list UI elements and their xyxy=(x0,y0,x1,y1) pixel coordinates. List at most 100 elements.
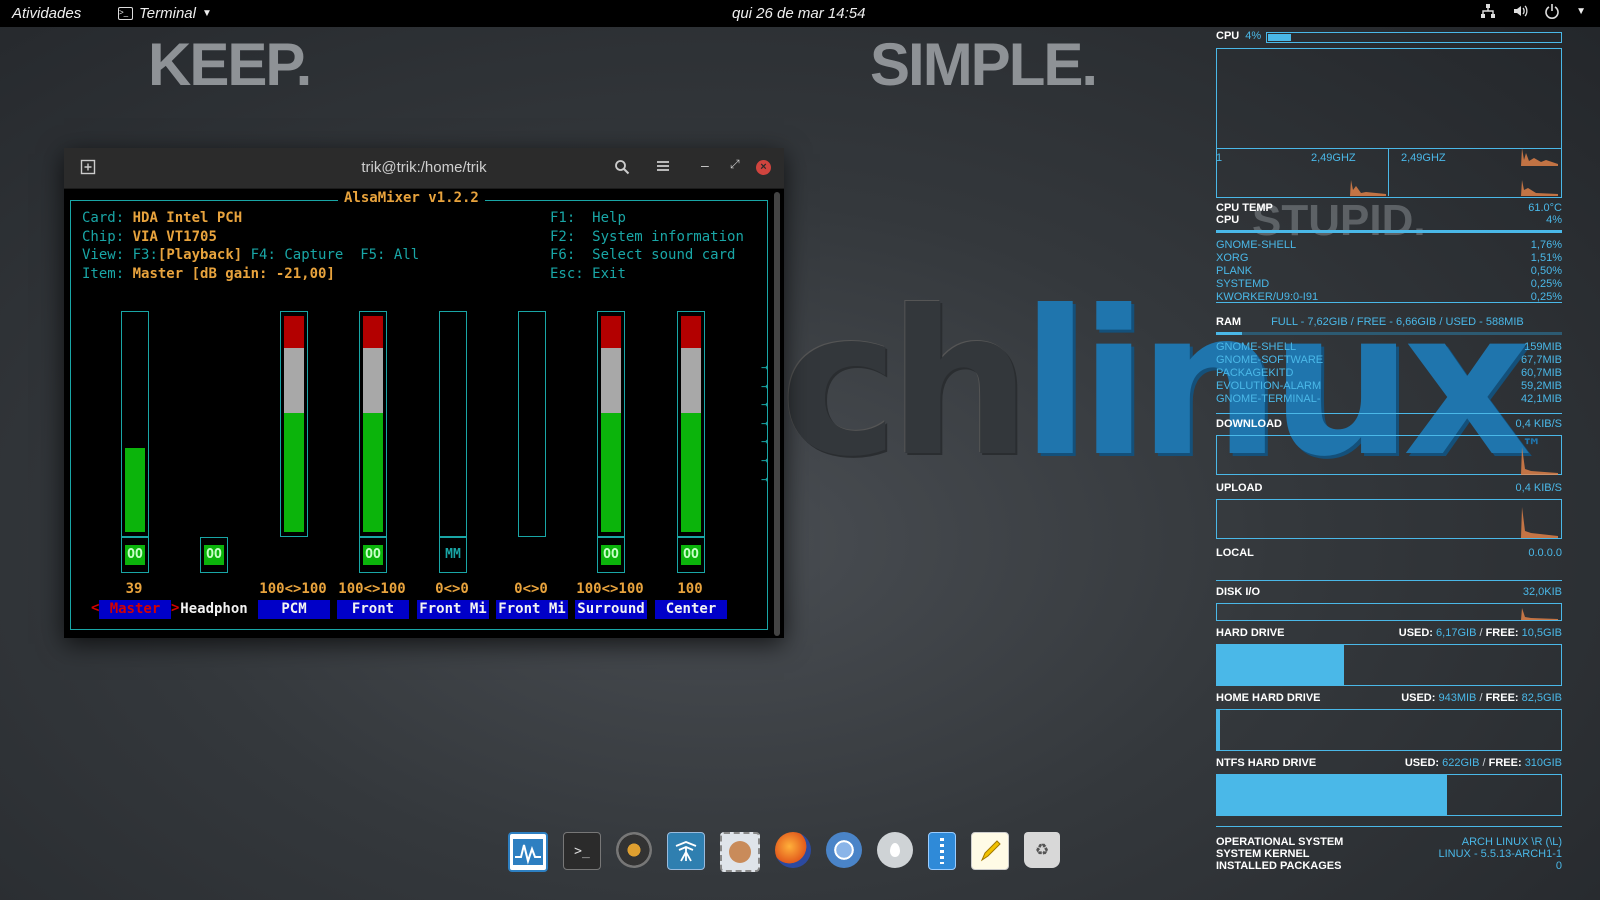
mute-switch[interactable]: OO xyxy=(597,537,625,573)
process-value: 159MIB xyxy=(1524,341,1562,353)
mute-switch[interactable]: MM xyxy=(439,537,467,573)
mute-switch-label: OO xyxy=(125,545,145,565)
archive-icon[interactable] xyxy=(928,832,956,870)
cpu-percent: 4% xyxy=(1245,30,1262,42)
ram-label: RAM xyxy=(1216,316,1242,328)
scroll-right-icon: → xyxy=(761,360,769,374)
divider xyxy=(1216,413,1562,414)
process-name: XORG xyxy=(1216,252,1249,264)
selection-left-marker: < xyxy=(91,600,100,616)
disk-io-label: DISK I/O xyxy=(1216,586,1261,598)
volume-level xyxy=(284,413,304,532)
cpu-label: CPU xyxy=(1216,30,1240,42)
mute-switch[interactable]: OO xyxy=(200,537,228,573)
mute-switch-label: OO xyxy=(601,545,621,565)
process-name: EVOLUTION-ALARM xyxy=(1216,380,1322,392)
process-row: GNOME-SHELL 1,76% xyxy=(1216,239,1562,251)
cpu-bar xyxy=(1266,32,1562,43)
os-label: OPERATIONAL SYSTEM xyxy=(1216,836,1344,848)
process-row: GNOME-SHELL 159MIB xyxy=(1216,341,1562,353)
channel-name[interactable]: Center xyxy=(655,600,727,619)
packages-label: INSTALLED PACKAGES xyxy=(1216,860,1342,872)
mute-switch[interactable]: OO xyxy=(359,537,387,573)
terminal-icon[interactable]: >_ xyxy=(563,832,601,870)
volume-bar[interactable] xyxy=(518,311,546,537)
process-value: 59,2MIB xyxy=(1521,380,1562,392)
volume-level xyxy=(681,348,701,414)
app-menu[interactable]: >_ Terminal ▼ xyxy=(118,5,212,22)
volume-level xyxy=(363,348,383,414)
firefox-icon[interactable] xyxy=(775,832,811,868)
channel-name[interactable]: Front Mi xyxy=(496,600,568,619)
process-value: 0,25% xyxy=(1530,278,1562,290)
scroll-right-icon: → xyxy=(761,415,769,430)
process-row: GNOME-SOFTWARE 67,7MIB xyxy=(1216,354,1562,366)
mute-switch[interactable]: OO xyxy=(121,537,149,573)
volume-level xyxy=(125,447,145,532)
volume-bar[interactable] xyxy=(121,311,149,537)
alsamixer[interactable]: AlsaMixer v1.2.2 Card: HDA Intel PCH Chi… xyxy=(64,148,784,638)
process-value: 1,51% xyxy=(1530,252,1562,264)
channel-value: 39 xyxy=(125,581,143,597)
ntfs-hdd-usage: USED: 622GIB / FREE: 310GIB xyxy=(1404,757,1562,769)
network-tool-icon[interactable] xyxy=(667,832,705,870)
clock[interactable]: qui 26 de mar 14:54 xyxy=(732,5,865,22)
channel-name[interactable]: Headphon xyxy=(178,600,250,619)
volume-bar[interactable] xyxy=(359,311,387,537)
terminal-app-icon: >_ xyxy=(118,7,133,20)
scroll-right-icon: → xyxy=(761,434,769,449)
scroll-right-icon: → xyxy=(761,378,769,393)
drop-icon[interactable] xyxy=(877,832,913,868)
system-tray[interactable]: ▼ xyxy=(1480,3,1586,19)
alsamixer-info: Card: HDA Intel PCH Chip: VIA VT1705 Vie… xyxy=(82,210,420,282)
scroll-right-icon: → xyxy=(761,471,769,486)
system-monitor-icon[interactable] xyxy=(508,832,548,872)
channel-name[interactable]: Master xyxy=(99,600,171,619)
app-menu-label: Terminal xyxy=(139,5,196,22)
dock: >_ ♻ xyxy=(508,832,1060,872)
process-name: GNOME-TERMINAL- xyxy=(1216,393,1321,405)
volume-bar[interactable] xyxy=(677,311,705,537)
channel-name[interactable]: Surround xyxy=(575,600,647,619)
text-editor-icon[interactable] xyxy=(971,832,1009,870)
cpu2-percent: 4% xyxy=(1546,214,1562,226)
volume-bar[interactable] xyxy=(597,311,625,537)
channel-value: 100 xyxy=(677,581,703,597)
volume-bar[interactable] xyxy=(280,311,308,537)
volume-level xyxy=(284,316,304,349)
process-name: PACKAGEKITD xyxy=(1216,367,1294,379)
scrollbar[interactable] xyxy=(774,192,780,636)
audio-player-icon[interactable] xyxy=(616,832,652,868)
cpu-temp-label: CPU TEMP xyxy=(1216,202,1273,214)
process-name: GNOME-SHELL xyxy=(1216,341,1297,353)
divider xyxy=(1216,826,1562,827)
channel-value: 0<>0 xyxy=(514,581,548,597)
alsamixer-title: AlsaMixer v1.2.2 xyxy=(338,190,485,206)
chromium-icon[interactable] xyxy=(826,832,862,868)
activities-button[interactable]: Atividades xyxy=(12,5,81,22)
home-hdd-bar xyxy=(1216,709,1562,751)
volume-bar[interactable] xyxy=(439,311,467,537)
channel-name[interactable]: Front Mi xyxy=(417,600,489,619)
mute-switch-label: MM xyxy=(445,547,461,562)
ntfs-hdd-bar xyxy=(1216,774,1562,816)
os-value: ARCH LINUX \R (\L) xyxy=(1461,836,1562,848)
process-value: 0,50% xyxy=(1530,265,1562,277)
home-hdd-usage: USED: 943MIB / FREE: 82,5GIB xyxy=(1401,692,1562,704)
trash-icon[interactable]: ♻ xyxy=(1024,832,1060,868)
mail-stamp-icon[interactable] xyxy=(720,832,760,872)
alsamixer-keys: F1: Help F2: System information F6: Sele… xyxy=(550,210,744,282)
wallpaper-keep: KEEP. xyxy=(148,31,312,98)
process-row: SYSTEMD 0,25% xyxy=(1216,278,1562,290)
scroll-right-icon: → xyxy=(761,397,769,412)
terminal-window[interactable]: trik@trik:/home/trik – ⤢ × AlsaMixer v1.… xyxy=(64,148,784,638)
process-name: GNOME-SHELL xyxy=(1216,239,1297,251)
channel-name[interactable]: Front xyxy=(337,600,409,619)
ram-bar xyxy=(1216,332,1562,335)
cpu2-label: CPU xyxy=(1216,214,1240,226)
channel-value: 0<>0 xyxy=(435,581,469,597)
process-name: GNOME-SOFTWARE xyxy=(1216,354,1324,366)
channel-name[interactable]: PCM xyxy=(258,600,330,619)
divider xyxy=(1216,302,1562,303)
mute-switch[interactable]: OO xyxy=(677,537,705,573)
